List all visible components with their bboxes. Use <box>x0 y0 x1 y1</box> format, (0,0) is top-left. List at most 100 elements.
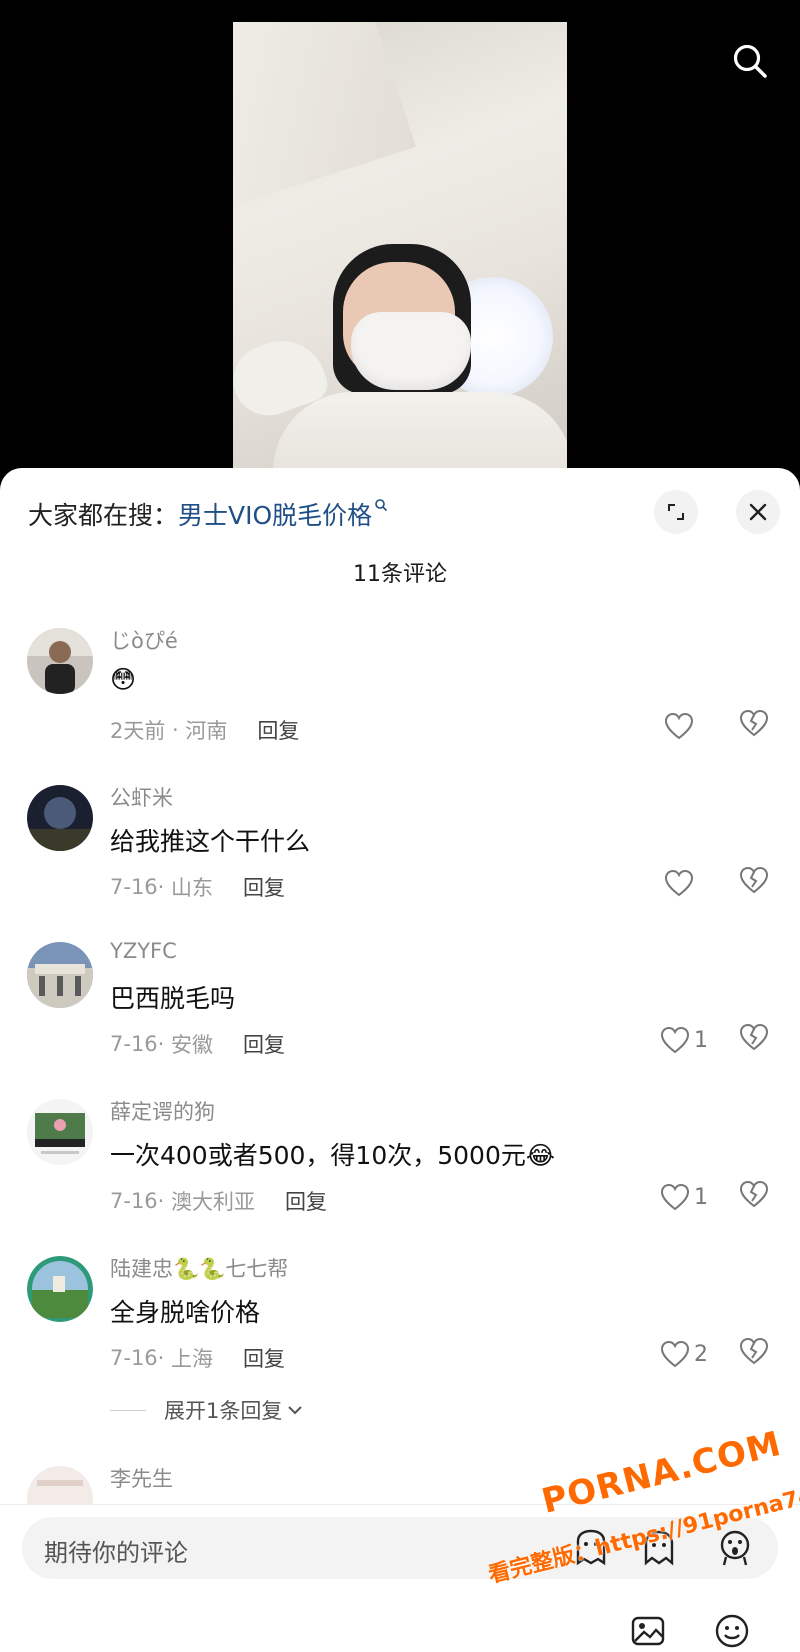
comment-location: 山东 <box>171 876 214 900</box>
comment-meta: 7-16 · 山东 回复 <box>110 872 285 902</box>
comment-author[interactable]: じòぴé <box>110 625 178 655</box>
reply-button[interactable]: 回复 <box>285 1186 327 1216</box>
chevron-down-icon <box>288 1406 303 1415</box>
trending-prefix: 大家都在搜： <box>28 501 179 530</box>
expand-replies-button[interactable]: 展开1条回复 <box>110 1395 304 1425</box>
meta-separator: · <box>165 718 186 742</box>
expand-icon <box>668 504 684 520</box>
expand-button[interactable] <box>654 490 698 534</box>
comment-input-bar: 期待你的评论 <box>0 1504 800 1652</box>
broken-heart-icon <box>739 866 769 894</box>
divider <box>110 1409 146 1411</box>
reply-button[interactable]: 回复 <box>243 1343 285 1373</box>
like-button[interactable] <box>664 708 708 744</box>
screen: 大家都在搜： 男士VIO脱毛价格 11条评论 じòぴé 😳 2天前 · 河南 回… <box>0 0 800 1652</box>
comment-time: 2天前 <box>110 719 166 743</box>
comment-text: 给我推这个干什么 <box>110 827 311 856</box>
like-count: 1 <box>694 1184 708 1210</box>
mention-button[interactable] <box>570 1527 612 1569</box>
image-icon <box>631 1616 665 1646</box>
dislike-button[interactable] <box>738 1336 774 1372</box>
trending-keyword[interactable]: 男士VIO脱毛价格 <box>178 496 372 532</box>
scream-face-icon <box>720 1530 750 1566</box>
comment-meta: 7-16 · 安徽 回复 <box>110 1029 285 1059</box>
comment-location: 河南 <box>185 719 228 743</box>
ghost-icon <box>644 1530 674 1566</box>
expand-replies-label: 展开1条回复 <box>164 1399 283 1423</box>
dislike-button[interactable] <box>738 1179 774 1215</box>
comment-list: じòぴé 😳 2天前 · 河南 回复 公虾米 给我推这个干什么 7-16 · 山… <box>0 625 800 1543</box>
meta-separator: · <box>157 1032 172 1056</box>
comment-time: 7-16 <box>110 1346 158 1370</box>
like-button[interactable]: 1 <box>660 1022 708 1058</box>
animated-sticker-button[interactable] <box>714 1527 756 1569</box>
video-frame[interactable] <box>233 22 567 470</box>
dislike-button[interactable] <box>738 1022 774 1058</box>
meta-separator: · <box>157 875 172 899</box>
dislike-button[interactable] <box>738 865 774 901</box>
image-button[interactable] <box>630 1613 666 1649</box>
search-icon <box>733 44 767 78</box>
comment-location: 安徽 <box>171 1033 214 1057</box>
video-person-body <box>273 392 567 470</box>
comment-author[interactable]: 陆建忠🐍🐍七七帮 <box>110 1253 288 1283</box>
comment-time: 7-16 <box>110 1032 158 1056</box>
comment-input-placeholder: 期待你的评论 <box>44 1539 188 1567</box>
comment-count: 11条评论 <box>353 562 447 587</box>
comment-time: 7-16 <box>110 875 158 899</box>
mention-face-icon <box>576 1529 606 1566</box>
comment-time: 7-16 <box>110 1189 158 1213</box>
like-count: 1 <box>694 1027 708 1053</box>
comment-text: 全身脱啥价格 <box>110 1298 261 1327</box>
comment-item: 陆建忠🐍🐍七七帮 全身脱啥价格 7-16 · 上海 回复 2 展开1条回复 <box>0 1253 800 1463</box>
comment-author[interactable]: YZYFC <box>110 939 177 963</box>
comment-item: 公虾米 给我推这个干什么 7-16 · 山东 回复 <box>0 782 800 939</box>
heart-icon <box>660 1183 690 1211</box>
avatar[interactable] <box>27 628 93 694</box>
avatar[interactable] <box>27 1256 93 1322</box>
comment-text: 😳 <box>110 665 137 694</box>
emoji-button[interactable] <box>714 1613 750 1649</box>
comment-author[interactable]: 薛定谔的狗 <box>110 1096 215 1126</box>
reply-button[interactable]: 回复 <box>257 715 299 745</box>
comment-location: 上海 <box>171 1347 214 1371</box>
meta-separator: · <box>157 1346 172 1370</box>
dislike-button[interactable] <box>738 708 774 744</box>
avatar[interactable] <box>27 785 93 851</box>
comment-meta: 2天前 · 河南 回复 <box>110 715 299 745</box>
broken-heart-icon <box>739 1337 769 1365</box>
like-button[interactable]: 2 <box>660 1336 708 1372</box>
sheet-header: 大家都在搜： 男士VIO脱毛价格 11条评论 <box>0 468 800 594</box>
comment-meta: 7-16 · 澳大利亚 回复 <box>110 1186 327 1216</box>
emoji-icon <box>715 1614 749 1648</box>
comment-sheet: 大家都在搜： 男士VIO脱毛价格 11条评论 じòぴé 😳 2天前 · 河南 回… <box>0 468 800 1652</box>
meta-separator: · <box>157 1189 172 1213</box>
search-button[interactable] <box>727 38 773 84</box>
video-player[interactable] <box>0 0 800 470</box>
small-search-icon <box>375 499 388 512</box>
video-person-mask <box>351 312 471 390</box>
reply-button[interactable]: 回复 <box>243 1029 285 1059</box>
close-button[interactable] <box>736 490 780 534</box>
like-button[interactable] <box>664 865 708 901</box>
heart-icon <box>664 869 694 897</box>
like-count: 2 <box>694 1341 708 1367</box>
comment-meta: 7-16 · 上海 回复 <box>110 1343 285 1373</box>
like-button[interactable]: 1 <box>660 1179 708 1215</box>
reply-button[interactable]: 回复 <box>243 872 285 902</box>
avatar[interactable] <box>27 1099 93 1165</box>
heart-icon <box>664 712 694 740</box>
comment-item: YZYFC 巴西脱毛吗 7-16 · 安徽 回复 1 <box>0 939 800 1096</box>
heart-icon <box>660 1340 690 1368</box>
broken-heart-icon <box>739 1180 769 1208</box>
comment-item: じòぴé 😳 2天前 · 河南 回复 <box>0 625 800 782</box>
comment-author[interactable]: 公虾米 <box>110 782 173 812</box>
video-ceiling <box>233 22 416 209</box>
comment-author[interactable]: 李先生 <box>110 1463 173 1493</box>
trending-search[interactable]: 大家都在搜： 男士VIO脱毛价格 <box>28 496 388 532</box>
heart-icon <box>660 1026 690 1054</box>
broken-heart-icon <box>739 709 769 737</box>
avatar[interactable] <box>27 942 93 1008</box>
comment-item: 薛定谔的狗 一次400或者500，得10次，5000元😂 7-16 · 澳大利亚… <box>0 1096 800 1253</box>
sticker-button[interactable] <box>638 1527 680 1569</box>
